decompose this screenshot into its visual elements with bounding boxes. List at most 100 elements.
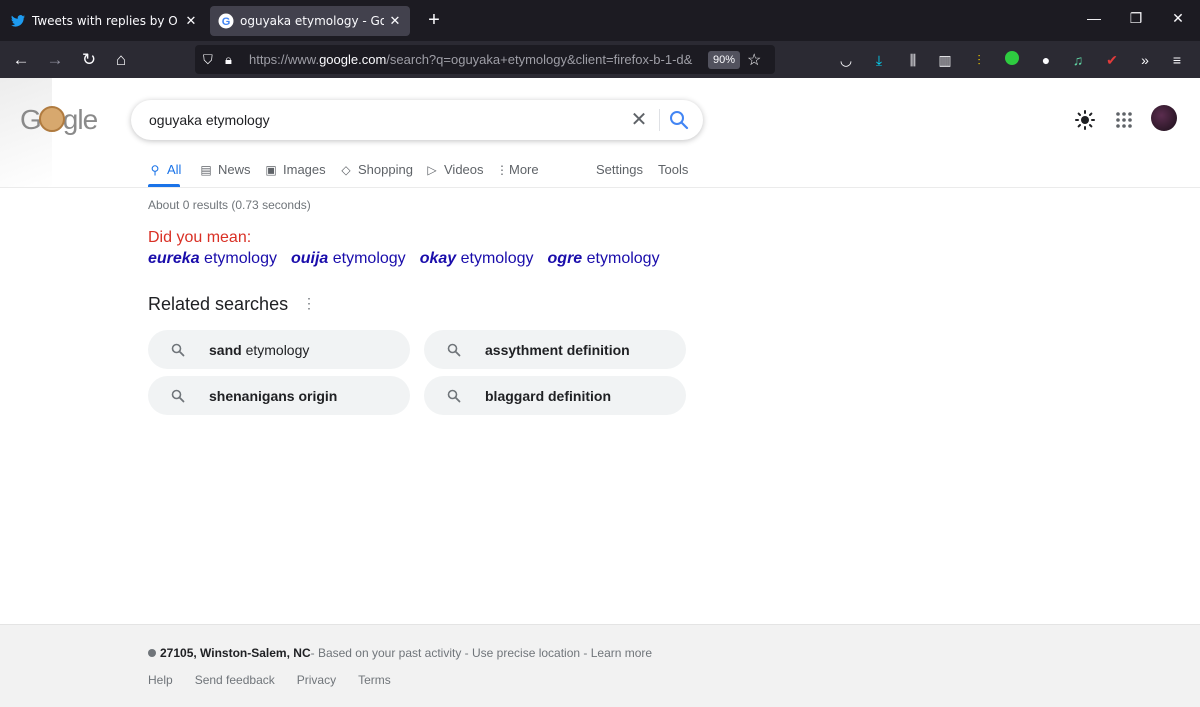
extension-green-icon[interactable] (1003, 51, 1021, 69)
search-icon[interactable] (667, 108, 691, 132)
tab-label: All (167, 162, 182, 177)
tab-more[interactable]: ⋮ More (496, 162, 539, 177)
restore-icon[interactable]: ❐ (1126, 10, 1146, 27)
tab-videos[interactable]: ▷ Videos (425, 162, 483, 177)
search-icon (447, 343, 461, 356)
url-bar[interactable]: ⛉ 🔒︎ https://www.google.com/search?q=ogu… (195, 45, 775, 74)
suggestion-link[interactable]: ogre etymology (548, 250, 660, 268)
chip-rest: etymology (241, 341, 310, 358)
related-search-chip[interactable]: assythment definition (424, 330, 686, 369)
shield-icon[interactable]: ⛉ (203, 52, 219, 68)
url-path: /search?q=oguyaka+etymology&client=firef… (386, 52, 693, 67)
search-box: ✕ (131, 100, 703, 140)
sidebar-icon[interactable]: ▥ (936, 51, 954, 69)
close-tab-icon[interactable]: ✕ (388, 14, 402, 29)
tag-icon: ◇ (341, 162, 351, 177)
svg-text:G: G (222, 16, 231, 28)
search-icon (447, 389, 461, 402)
chip-bold: blaggard definition (485, 387, 611, 404)
tab-label: News (218, 162, 251, 177)
result-stats: About 0 results (0.73 seconds) (148, 198, 311, 212)
related-search-chip[interactable]: shenanigans origin (148, 376, 410, 415)
reload-icon[interactable]: ↻ (78, 49, 100, 71)
search-icon (171, 343, 185, 356)
related-search-chip[interactable]: blaggard definition (424, 376, 686, 415)
forward-icon[interactable]: → (44, 49, 66, 71)
close-window-icon[interactable]: ✕ (1168, 10, 1188, 27)
overflow-chevron-icon[interactable]: » (1136, 51, 1154, 69)
footer-link-feedback[interactable]: Send feedback (195, 673, 275, 687)
suggestion-link[interactable]: okay etymology (420, 250, 534, 268)
location-line: 27105, Winston-Salem, NC - Based on your… (148, 646, 652, 660)
browser-tab-google[interactable]: G oguyaka etymology - Google Search ✕ (210, 6, 410, 36)
suggestion-rest: etymology (328, 250, 406, 267)
tab-title: oguyaka etymology - Google Search (240, 14, 384, 28)
minimize-icon[interactable]: — (1084, 10, 1104, 26)
clear-search-icon[interactable]: ✕ (627, 108, 651, 132)
suggestion-bold: ogre (547, 250, 583, 267)
url-prefix: https://www. (249, 52, 320, 67)
video-icon: ▷ (427, 162, 437, 177)
extension-ghost-icon[interactable]: ● (1037, 51, 1055, 69)
url-domain: google.com (319, 52, 387, 67)
browser-tab-bar: Tweets with replies by O G R E ✕ G oguya… (0, 0, 1200, 41)
tab-shopping[interactable]: ◇ Shopping (339, 162, 413, 177)
image-icon: ▣ (265, 162, 277, 177)
new-tab-icon[interactable]: + (424, 9, 444, 32)
active-tab-indicator (148, 184, 180, 187)
back-icon[interactable]: ← (10, 49, 32, 71)
url-text[interactable]: https://www.google.com/search?q=oguyaka+… (249, 52, 694, 67)
more-vert-icon: ⋮ (496, 162, 508, 177)
location-dot-icon (148, 649, 156, 657)
suggestion-rest: etymology (582, 250, 660, 267)
close-tab-icon[interactable]: ✕ (184, 14, 198, 29)
footer-link-help[interactable]: Help (148, 673, 173, 687)
tab-images[interactable]: ▣ Images (264, 162, 325, 177)
more-options-icon[interactable]: ⋮ (302, 295, 316, 312)
lock-icon[interactable]: 🔒︎ (225, 52, 241, 68)
news-icon: ▤ (200, 162, 212, 177)
tab-news[interactable]: ▤ News (199, 162, 251, 177)
account-avatar[interactable] (1151, 105, 1177, 131)
extension-music-icon[interactable]: ♫ (1069, 51, 1087, 69)
tab-label: Tools (658, 162, 689, 177)
browser-nav-bar: ← → ↻ ⌂ ⛉ 🔒︎ https://www.google.com/sear… (0, 41, 1200, 78)
tab-settings[interactable]: Settings (596, 162, 643, 177)
pocket-icon[interactable]: ◡ (837, 51, 855, 69)
location-text: 27105, Winston-Salem, NC (160, 646, 311, 660)
downloads-icon[interactable]: ⤓ (870, 51, 888, 69)
suggestion-link[interactable]: eureka etymology (148, 250, 277, 268)
brightness-icon[interactable] (1073, 108, 1097, 132)
menu-hamburger-icon[interactable]: ≡ (1168, 51, 1186, 69)
tab-title: Tweets with replies by O G R E (32, 14, 180, 28)
search-icon: ⚲ (150, 162, 160, 177)
extension-equalizer-icon[interactable]: ⫶ (970, 51, 988, 69)
footer-link-privacy[interactable]: Privacy (297, 673, 336, 687)
home-icon[interactable]: ⌂ (110, 49, 132, 71)
tab-label: Shopping (358, 162, 413, 177)
library-icon[interactable]: ⫼ (904, 51, 922, 69)
search-input[interactable] (149, 112, 619, 128)
location-details[interactable]: - Based on your past activity - Use prec… (311, 646, 652, 660)
apps-grid-icon[interactable] (1112, 108, 1136, 132)
page-footer: 27105, Winston-Salem, NC - Based on your… (0, 624, 1200, 707)
twitter-icon (11, 15, 25, 27)
google-doodle-logo[interactable]: Ggle (20, 104, 98, 136)
suggestion-rest: etymology (456, 250, 534, 267)
chip-bold: assythment definition (485, 341, 630, 358)
extension-red-icon[interactable]: ✔ (1103, 51, 1121, 69)
search-tabs: ⚲ All ▤ News ▣ Images ◇ Shopping ▷ Videos ⋮ Mo… (0, 158, 1200, 188)
suggestion-rest: etymology (199, 250, 277, 267)
footer-link-terms[interactable]: Terms (358, 673, 391, 687)
footer-links: Help Send feedback Privacy Terms (148, 673, 413, 687)
tab-label: Settings (596, 162, 643, 177)
related-search-chip[interactable]: sand etymology (148, 330, 410, 369)
doodle-face-icon (38, 105, 65, 132)
browser-tab-twitter[interactable]: Tweets with replies by O G R E ✕ (2, 6, 206, 36)
did-you-mean-label: Did you mean: (148, 229, 252, 246)
zoom-level-badge[interactable]: 90% (708, 51, 741, 69)
tab-all[interactable]: ⚲ All (148, 162, 182, 177)
bookmark-star-icon[interactable]: ☆ (747, 50, 761, 70)
tab-tools[interactable]: Tools (658, 162, 688, 177)
suggestion-link[interactable]: ouija etymology (291, 250, 406, 268)
